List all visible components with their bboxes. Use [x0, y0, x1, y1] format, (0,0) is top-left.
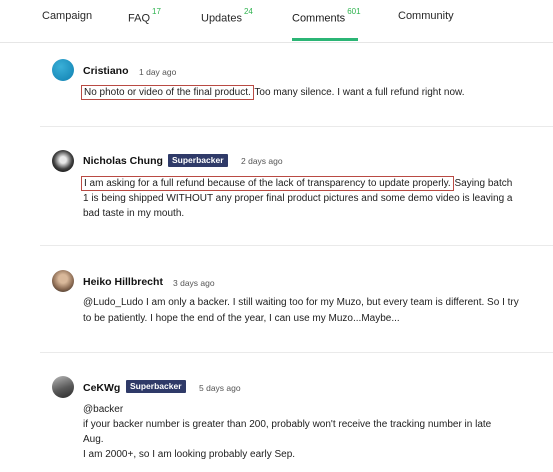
- highlighted-text: No photo or video of the final product.: [81, 85, 254, 100]
- tab-campaign[interactable]: Campaign: [42, 10, 92, 22]
- tab-label: FAQ: [128, 12, 151, 25]
- comment-author[interactable]: Cristiano: [83, 65, 129, 77]
- comment-text: @Ludo_Ludo I am only a backer. I still w…: [83, 297, 519, 308]
- comment-text: Too many silence. I want a full refund r…: [251, 87, 465, 98]
- tab-label: Campaign: [42, 10, 93, 22]
- tab-community[interactable]: Community: [398, 10, 454, 22]
- tab-label: Community: [398, 10, 454, 22]
- superbacker-badge: Superbacker: [168, 154, 228, 167]
- comment-author[interactable]: Heiko Hillbrecht: [83, 276, 163, 288]
- tab-label: Comments: [292, 12, 346, 25]
- comment-time[interactable]: 1 day ago: [139, 67, 176, 77]
- active-tab-indicator: [292, 38, 358, 41]
- comment-text: if your backer number is greater than 20…: [83, 419, 492, 430]
- comment-text: I am 2000+, so I am looking probably ear…: [83, 449, 296, 460]
- comment-author[interactable]: Nicholas Chung: [83, 155, 163, 167]
- tab-comments[interactable]: Comments601: [292, 7, 361, 25]
- comment-body: I am asking for a full refund because of…: [81, 176, 513, 191]
- avatar[interactable]: [52, 59, 74, 81]
- comment-text: bad taste in my mouth.: [83, 208, 185, 219]
- tab-bar: Campaign FAQ17 Updates24 Comments601 Com…: [0, 0, 553, 43]
- comment-time[interactable]: 3 days ago: [173, 278, 215, 288]
- comment-body: No photo or video of the final product. …: [81, 85, 465, 100]
- comment-text: Saying batch: [451, 178, 513, 189]
- superbacker-badge: Superbacker: [126, 380, 186, 393]
- avatar[interactable]: [52, 270, 74, 292]
- tab-count: 601: [347, 7, 361, 16]
- tab-faq[interactable]: FAQ17: [128, 7, 161, 25]
- highlighted-text: I am asking for a full refund because of…: [81, 176, 454, 191]
- comment-text: to be patiently. I hope the end of the y…: [83, 313, 400, 324]
- tab-count: 17: [152, 7, 161, 16]
- comment-text: @backer: [83, 404, 124, 415]
- comment-time[interactable]: 5 days ago: [199, 383, 241, 393]
- comment-text: Aug.: [83, 434, 104, 445]
- avatar[interactable]: [52, 150, 74, 172]
- divider: [40, 126, 553, 127]
- comment-text: 1 is being shipped WITHOUT any proper fi…: [83, 193, 513, 204]
- divider: [40, 245, 553, 246]
- comment-author[interactable]: CeKWg: [83, 382, 120, 394]
- tab-updates[interactable]: Updates24: [201, 7, 253, 25]
- comment-time[interactable]: 2 days ago: [241, 156, 283, 166]
- avatar[interactable]: [52, 376, 74, 398]
- tab-count: 24: [243, 7, 253, 16]
- tab-label: Updates: [201, 12, 242, 25]
- divider: [40, 352, 553, 353]
